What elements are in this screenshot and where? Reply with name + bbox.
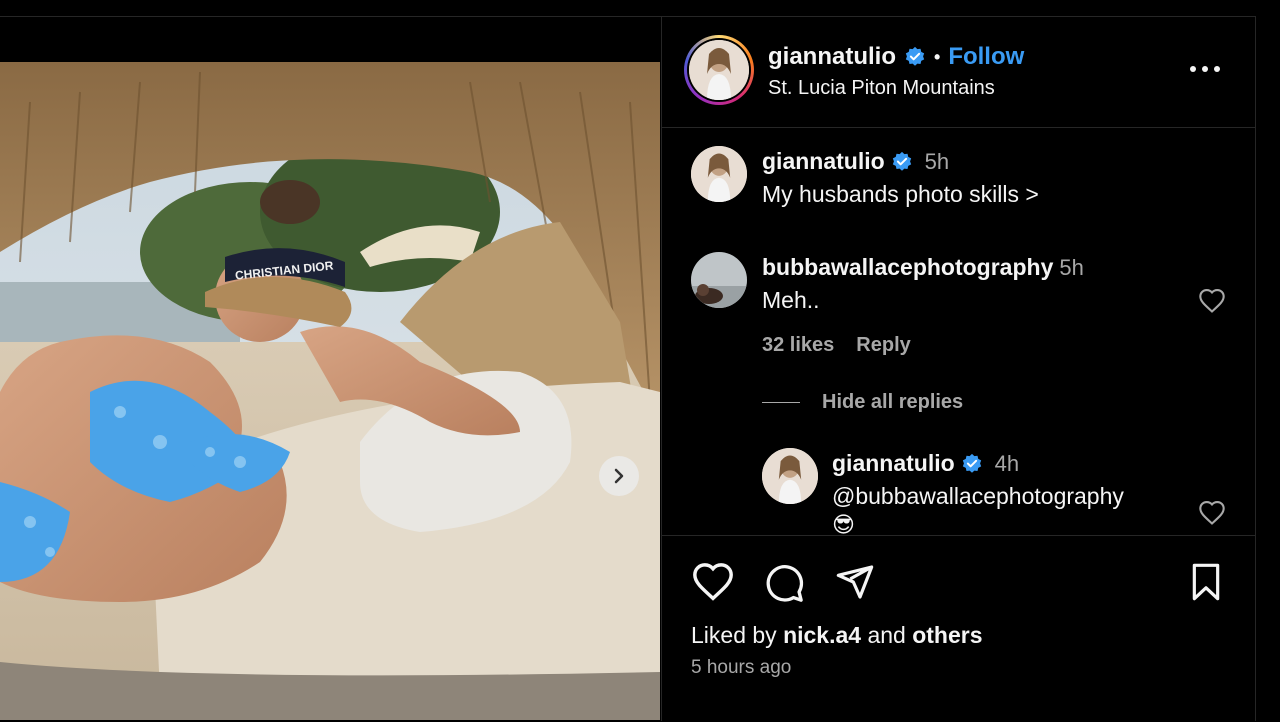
author-avatar-story-ring[interactable]	[684, 35, 754, 105]
comment-item: bubbawallacephotography 5h Meh.. 32 like…	[762, 254, 1084, 357]
follow-button[interactable]: Follow	[948, 43, 1024, 71]
chevron-right-icon	[614, 468, 624, 484]
hide-replies-toggle[interactable]: Hide all replies	[762, 391, 963, 414]
reply-button[interactable]: Reply	[856, 334, 910, 357]
post-location[interactable]: St. Lucia Piton Mountains	[768, 77, 995, 100]
comment-like-heart-icon[interactable]	[1198, 288, 1226, 314]
comment-time: 5h	[924, 148, 950, 174]
liked-others[interactable]: others	[912, 622, 982, 648]
top-divider	[0, 16, 661, 17]
comment-avatar[interactable]	[762, 448, 818, 504]
reply-username[interactable]: giannatulio	[832, 450, 955, 477]
header-user-line: giannatulio • Follow	[768, 43, 1024, 71]
verified-badge-icon	[905, 46, 925, 66]
comment-text: My husbands photo skills >	[762, 181, 1039, 207]
comment-icon[interactable]	[762, 562, 806, 604]
heart-icon[interactable]	[691, 562, 735, 602]
comment-avatar[interactable]	[691, 146, 747, 202]
comment-text: Meh..	[762, 287, 820, 313]
reply-time: 4h	[994, 450, 1020, 476]
post-side-panel: giannatulio • Follow St. Lucia Piton Mou…	[661, 16, 1256, 721]
likes-summary[interactable]: Liked by nick.a4 and others	[691, 622, 983, 649]
comment-likes-count[interactable]: 32 likes	[762, 334, 834, 357]
post-timestamp: 5 hours ago	[691, 657, 792, 678]
next-photo-button[interactable]	[599, 456, 639, 496]
share-icon[interactable]	[834, 562, 876, 602]
post-actions: Liked by nick.a4 and others 5 hours ago	[662, 535, 1255, 722]
comment-username[interactable]: bubbawallacephotography	[762, 254, 1053, 281]
comments-list[interactable]: giannatulio 5h My husbands photo skills …	[662, 128, 1255, 534]
reply-emoji: 😎	[832, 512, 855, 534]
comment-avatar[interactable]	[691, 252, 747, 308]
comment-username[interactable]: giannatulio	[762, 148, 885, 175]
verified-badge-icon	[962, 453, 981, 473]
avatar	[689, 40, 749, 100]
liked-by-prefix: Liked by	[691, 622, 777, 648]
verified-badge-icon	[892, 151, 911, 171]
author-username[interactable]: giannatulio	[768, 43, 896, 71]
liked-and: and	[867, 622, 906, 648]
reply-text: @bubbawallacephotography	[832, 483, 1124, 509]
reply-item: giannatulio 4h @bubbawallacephotography …	[832, 450, 1124, 534]
replies-line	[762, 402, 800, 403]
bookmark-icon[interactable]	[1188, 562, 1224, 602]
reply-like-heart-icon[interactable]	[1198, 500, 1226, 526]
liked-by-user[interactable]: nick.a4	[783, 622, 861, 648]
post-header: giannatulio • Follow St. Lucia Piton Mou…	[662, 17, 1255, 128]
comment-item: giannatulio 5h My husbands photo skills …	[762, 148, 1039, 208]
hide-replies-label: Hide all replies	[822, 391, 964, 413]
post-photo: CHRISTIAN DIOR	[0, 62, 660, 720]
comment-time: 5h	[1059, 254, 1084, 280]
more-options-icon[interactable]	[1188, 57, 1222, 81]
separator-dot: •	[934, 46, 941, 67]
